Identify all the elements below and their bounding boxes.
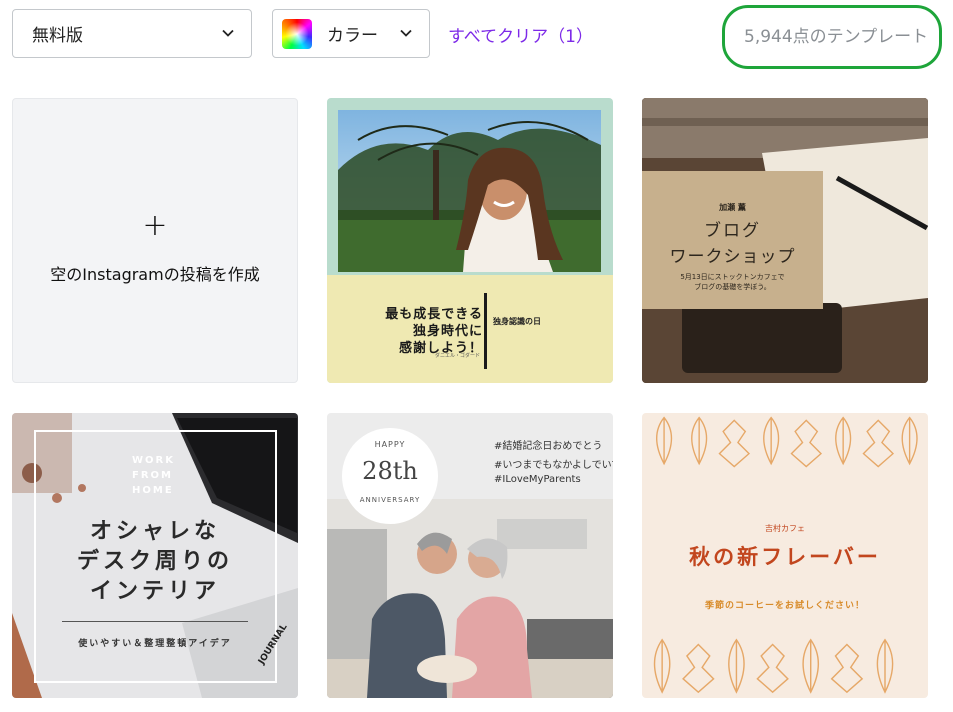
filter-bar: 無料版 カラー すべてクリア（1） 5,944点のテンプレート [0, 0, 953, 70]
clear-all-filters-link[interactable]: すべてクリア（1） [448, 22, 593, 47]
headline-text: 最も成長できる 独身時代に 感謝しよう！ [385, 307, 483, 356]
autumn-title: 秋の新フレーバー [689, 545, 881, 569]
blog-description-line-1: 5月13日にストックトンカフェで [680, 273, 785, 281]
leaf-pattern-top [656, 416, 918, 468]
hashtag-line-1: #結婚記念日おめでとう [494, 441, 603, 452]
template-card-anniversary[interactable]: HAPPY 28th ANNIVERSARY #結婚記念日おめでとう #いつまで… [327, 413, 613, 698]
hashtag-line-2: #いつまでもなかよしでいてね [494, 460, 613, 471]
plus-icon: + [142, 208, 168, 243]
chevron-down-icon [221, 26, 235, 40]
smiling-woman-photo [338, 110, 601, 272]
event-tag: 独身認識の日 [493, 317, 541, 326]
divider-line [62, 621, 248, 622]
template-card-autumn-flavor[interactable]: 吉村カフェ 秋の新フレーバー 季節のコーヒーをお試しください！ [642, 413, 928, 698]
chevron-down-icon [399, 26, 413, 40]
template-card-single-day[interactable]: 最も成長できる 独身時代に 感謝しよう！ 独身認識の日 ダニエル・ゴダード [327, 98, 613, 383]
autumn-subtitle: 季節のコーヒーをお試しください！ [704, 601, 865, 611]
color-filter-dropdown[interactable]: カラー [272, 9, 430, 58]
divider-bar [484, 293, 487, 369]
blog-byline: 加瀬 薫 [719, 203, 746, 212]
template-card-desk-interior[interactable]: WORK FROM HOME オシャレな デスク周りの インテリア 使いやすい＆… [12, 413, 298, 698]
blog-description-line-2: ブログの基礎を学ぼう。 [694, 283, 771, 291]
create-blank-label: 空のInstagramの投稿を作成 [50, 265, 260, 284]
author-signature: ダニエル・ゴダード [435, 353, 481, 359]
create-blank-instagram-post-card[interactable]: + 空のInstagramの投稿を作成 [12, 98, 298, 383]
desk-subtitle: 使いやすい＆整理整頓アイデア [78, 639, 232, 649]
leaf-pattern-bottom [653, 638, 894, 694]
template-count: 5,944点のテンプレート [744, 27, 929, 47]
color-wheel-icon [282, 18, 312, 49]
work-from-home-text: WORK FROM HOME [132, 455, 175, 496]
desk-headline: オシャレな デスク周りの インテリア [76, 519, 233, 604]
template-card-blog-workshop[interactable]: 加瀬 薫 ブログ ワークショップ 5月13日にストックトンカフェで ブログの基礎… [642, 98, 928, 383]
anniversary-badge: HAPPY 28th ANNIVERSARY [344, 430, 436, 522]
color-filter-label: カラー [327, 26, 378, 46]
plan-filter-label: 無料版 [32, 26, 83, 46]
blog-title-line-1: ブログ [704, 221, 761, 241]
blog-title-line-2: ワークショップ [669, 247, 796, 267]
hashtag-line-3: #ILoveMyParents [494, 474, 581, 485]
cafe-name: 吉村カフェ [765, 524, 805, 533]
plan-filter-dropdown[interactable]: 無料版 [12, 9, 252, 58]
elderly-couple-kitchen-photo [327, 499, 613, 698]
